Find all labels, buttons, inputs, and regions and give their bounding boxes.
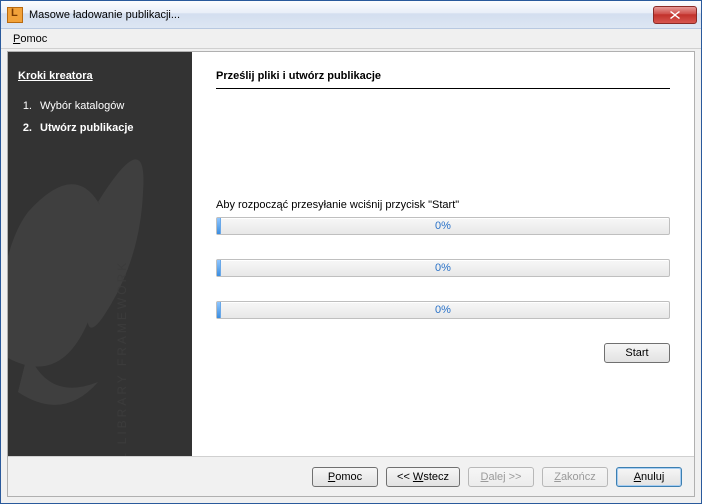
progress-bar-2: 0% [216, 259, 670, 277]
step-number: 1. [18, 100, 32, 112]
progress-bar-1: 0% [216, 217, 670, 235]
titlebar: Masowe ładowanie publikacji... [1, 1, 701, 29]
close-icon [670, 11, 680, 19]
step-number: 2. [18, 122, 32, 134]
cancel-button[interactable]: Anuluj [616, 467, 682, 487]
step-label: Utwórz publikacje [40, 122, 134, 134]
page-title: Prześlij pliki i utwórz publikacje [216, 70, 670, 89]
wizard-step-1: 1. Wybór katalogów [18, 100, 182, 112]
menu-help[interactable]: Pomoc [7, 31, 53, 47]
window-title: Masowe ładowanie publikacji... [29, 9, 653, 21]
progress-percent: 0% [217, 302, 669, 318]
start-button[interactable]: Start [604, 343, 670, 363]
app-icon [7, 7, 23, 23]
sidebar-inner: Kroki kreatora 1. Wybór katalogów 2. Utw… [8, 52, 192, 162]
progress-bar-3: 0% [216, 301, 670, 319]
wizard-sidebar: DIGITAL LIBRARY FRAMEWORK Kroki kreatora… [8, 52, 192, 456]
finish-button: Zakończ [542, 467, 608, 487]
progress-percent: 0% [217, 218, 669, 234]
sidebar-title: Kroki kreatora [18, 70, 182, 82]
progress-percent: 0% [217, 260, 669, 276]
client-area: DIGITAL LIBRARY FRAMEWORK Kroki kreatora… [7, 51, 695, 497]
menubar: Pomoc [1, 29, 701, 49]
back-button[interactable]: << Wstecz [386, 467, 460, 487]
wizard-main: Prześlij pliki i utwórz publikacje Aby r… [192, 52, 694, 456]
next-button: Dalej >> [468, 467, 534, 487]
close-button[interactable] [653, 6, 697, 24]
wizard-footer: Pomoc << Wstecz Dalej >> Zakończ Anuluj [8, 456, 694, 496]
start-row: Start [216, 343, 670, 363]
help-button[interactable]: Pomoc [312, 467, 378, 487]
step-label: Wybór katalogów [40, 100, 124, 112]
content: DIGITAL LIBRARY FRAMEWORK Kroki kreatora… [8, 52, 694, 456]
instruction-text: Aby rozpocząć przesyłanie wciśnij przyci… [216, 199, 670, 211]
wizard-window: Masowe ładowanie publikacji... Pomoc DIG… [0, 0, 702, 504]
wizard-step-2: 2. Utwórz publikacje [18, 122, 182, 134]
